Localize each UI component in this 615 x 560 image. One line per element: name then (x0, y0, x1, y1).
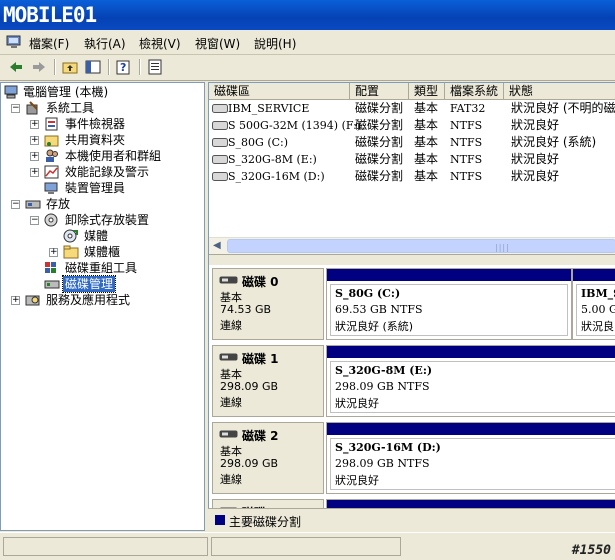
expand-toggle[interactable]: + (30, 120, 39, 129)
volume-row[interactable]: IBM_SERVICE 磁碟分割 基本 FAT32 狀況良好 (不明的磁 (209, 100, 615, 117)
scrollbar-thumb[interactable]: |||| (227, 239, 615, 253)
tree-item-event-viewer[interactable]: + 事件檢視器 (1, 116, 201, 132)
menu-window[interactable]: 視窗(W) (195, 35, 240, 52)
tree-item-disk-defragmenter[interactable]: 磁碟重組工具 (1, 260, 201, 276)
status-bar: #1550 (0, 532, 615, 560)
computer-management-icon (6, 35, 21, 48)
disk-2-header[interactable]: 磁碟 2 基本 298.09 GB 連線 (212, 422, 324, 494)
tree-item-performance-logs[interactable]: + 效能記錄及警示 (1, 164, 201, 180)
primary-partition-swatch (215, 515, 225, 525)
svg-text:?: ? (120, 61, 126, 74)
back-button[interactable] (7, 58, 25, 76)
column-header-volume[interactable]: 磁碟區 (209, 83, 350, 100)
users-icon (46, 149, 58, 162)
scroll-left-icon[interactable]: ◀ (213, 240, 221, 251)
partition-d[interactable]: S_320G-16M (D:) 298.09 GB NTFS 狀況良好 (326, 422, 615, 494)
forward-arrow-icon (33, 62, 45, 72)
menu-view[interactable]: 檢視(V) (139, 35, 181, 52)
volume-row[interactable]: S_320G-8M (E:) 磁碟分割 基本 NTFS 狀況良好 (209, 151, 615, 168)
disk-icon (219, 276, 238, 284)
help-button[interactable]: ? (115, 58, 133, 76)
volume-icon (212, 138, 228, 147)
legend-label: 主要磁碟分割 (229, 515, 302, 529)
disk-icon (219, 430, 238, 438)
volume-icon (212, 172, 228, 181)
collapse-toggle[interactable]: − (11, 200, 20, 209)
site-logo: MOBILE01 (3, 3, 97, 27)
show-hide-tree-button[interactable] (84, 58, 102, 76)
horizontal-scrollbar[interactable]: ◀ |||| (209, 237, 615, 255)
legend-bar: 主要磁碟分割 (208, 508, 615, 533)
properties-icon (148, 59, 162, 75)
console-tree-icon (85, 60, 101, 74)
partition-e[interactable]: S_320G-8M (E:) 298.09 GB NTFS 狀況良好 (326, 345, 615, 417)
tools-icon (26, 101, 38, 115)
defrag-icon (45, 262, 56, 273)
expand-toggle[interactable]: + (49, 248, 58, 257)
shared-folder-icon (44, 135, 59, 147)
removable-storage-icon (44, 213, 58, 227)
tree-item-removable-storage[interactable]: − 卸除式存放裝置 (1, 212, 201, 228)
device-manager-icon (44, 182, 58, 194)
partition-ibm-service[interactable]: IBM_S 5.00 GE 狀況良 (572, 268, 615, 340)
forward-button[interactable] (30, 58, 48, 76)
computer-icon (4, 85, 18, 99)
volume-list[interactable]: 磁碟區 配置 類型 檔案系統 狀態 IBM_SERVICE 磁碟分割 基本 FA… (209, 83, 615, 255)
disk-1-header[interactable]: 磁碟 1 基本 298.09 GB 連線 (212, 345, 324, 417)
collapse-toggle[interactable]: − (11, 104, 20, 113)
media-icon (63, 229, 78, 243)
menu-help[interactable]: 說明(H) (254, 35, 296, 52)
details-pane: 磁碟區 配置 類型 檔案系統 狀態 IBM_SERVICE 磁碟分割 基本 FA… (208, 82, 615, 531)
menu-action[interactable]: 執行(A) (84, 35, 126, 52)
menu-bar: 檔案(F) 執行(A) 檢視(V) 視窗(W) 說明(H) (0, 32, 615, 55)
expand-toggle[interactable]: + (30, 136, 39, 145)
volume-icon (212, 104, 228, 113)
collapse-toggle[interactable]: − (30, 216, 39, 225)
column-header-layout[interactable]: 配置 (350, 83, 409, 100)
column-header-status[interactable]: 狀態 (504, 83, 615, 100)
folder-icon (63, 245, 79, 259)
expand-toggle[interactable]: + (30, 168, 39, 177)
expand-toggle[interactable]: + (30, 152, 39, 161)
services-icon (25, 295, 40, 306)
expand-toggle[interactable]: + (11, 296, 20, 305)
console-tree[interactable]: 電腦管理 (本機) − 系統工具 + 事件檢視器 + 共用資料夾 + 本機使用者… (0, 82, 205, 531)
storage-icon (25, 200, 41, 209)
column-header-filesystem[interactable]: 檔案系統 (445, 83, 504, 100)
up-one-level-button[interactable] (61, 58, 79, 76)
performance-icon (44, 165, 59, 179)
title-bar: MOBILE01 (0, 0, 615, 30)
partition-c[interactable]: S_80G (C:) 69.53 GB NTFS 狀況良好 (系統) (326, 268, 572, 340)
disk-0-header[interactable]: 磁碟 0 基本 74.53 GB 連線 (212, 268, 324, 340)
properties-button[interactable] (146, 58, 164, 76)
tree-item-storage[interactable]: − 存放 (1, 196, 201, 212)
grip-icon: |||| (495, 243, 510, 252)
tree-item-computer-management[interactable]: 電腦管理 (本機) (4, 84, 204, 100)
column-header-type[interactable]: 類型 (409, 83, 445, 100)
help-icon: ? (116, 60, 130, 75)
tree-item-local-users[interactable]: + 本機使用者和群組 (1, 148, 201, 164)
back-arrow-icon (10, 62, 22, 72)
folder-up-icon (62, 62, 78, 74)
tree-item-system-tools[interactable]: − 系統工具 (1, 100, 201, 116)
watermark: #1550 (571, 543, 611, 558)
volume-row[interactable]: S_320G-16M (D:) 磁碟分割 基本 NTFS 狀況良好 (209, 168, 615, 185)
event-viewer-icon (45, 117, 58, 131)
disk-graphical-view[interactable]: 磁碟 0 基本 74.53 GB 連線 S_80G (C:) 69.53 GB … (209, 265, 615, 531)
volume-row[interactable]: S 500G-32M (1394) (F:) 磁碟分割 基本 NTFS 狀況良好 (209, 117, 615, 134)
tree-item-media-library[interactable]: + 媒體櫃 (1, 244, 201, 260)
tree-item-disk-management[interactable]: 磁碟管理 (1, 275, 201, 293)
tree-item-media[interactable]: 媒體 (1, 228, 201, 244)
tree-item-device-manager[interactable]: 裝置管理員 (1, 180, 201, 196)
volume-icon (212, 121, 228, 130)
disk-icon (219, 353, 238, 361)
menu-file[interactable]: 檔案(F) (29, 35, 69, 52)
tree-item-shared-folders[interactable]: + 共用資料夾 (1, 132, 201, 148)
disk-management-icon (44, 280, 60, 289)
volume-icon (212, 155, 228, 164)
toolbar: ? (0, 55, 615, 81)
volume-row[interactable]: S_80G (C:) 磁碟分割 基本 NTFS 狀況良好 (系統) (209, 134, 615, 151)
tree-item-services-apps[interactable]: + 服務及應用程式 (1, 292, 201, 308)
